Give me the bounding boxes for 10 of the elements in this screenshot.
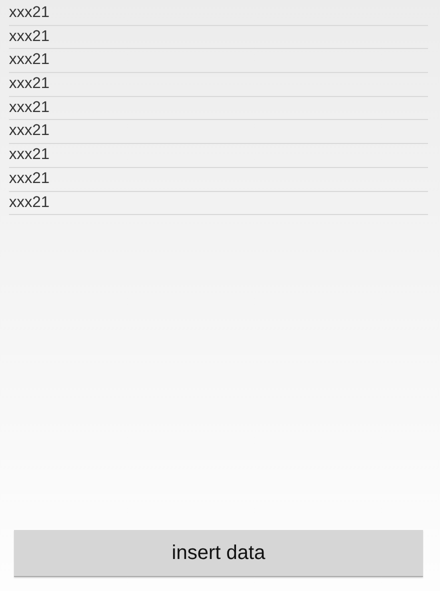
list-item[interactable]: xxx21: [9, 96, 428, 120]
list-item[interactable]: xxx21: [9, 144, 428, 168]
list-item[interactable]: xxx21: [9, 26, 428, 50]
list-item[interactable]: xxx21: [9, 120, 428, 144]
list-item[interactable]: xxx21: [9, 49, 428, 74]
insert-data-button[interactable]: insert data: [14, 530, 423, 577]
list-item[interactable]: xxx21: [9, 73, 428, 97]
list-item[interactable]: xxx21: [9, 2, 428, 26]
list-item[interactable]: xxx21: [9, 192, 428, 216]
list-item[interactable]: xxx21: [9, 168, 428, 192]
